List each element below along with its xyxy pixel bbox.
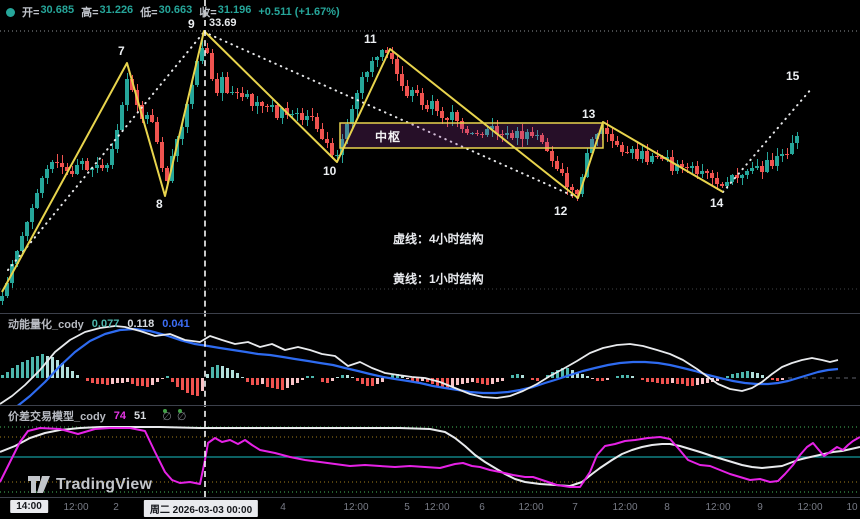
- price-pane[interactable]: 789101112131415 33.69 中枢 虚线：4小时结构 黄线：1小时…: [0, 0, 860, 313]
- indicator1-value-3: 0.041: [162, 318, 190, 330]
- ohlc-high: 高=31.226: [81, 4, 133, 20]
- momentum-slow-line: [0, 329, 838, 405]
- ohlc-change: +0.511 (+1.67%): [258, 6, 339, 18]
- time-axis-highlight-label: 周二 2026-03-03 00:00: [144, 500, 258, 517]
- wave-point-label-7: 7: [118, 44, 125, 58]
- time-axis-label: 12:00: [518, 502, 543, 513]
- 4h-structure-dotted-line-3: [723, 88, 812, 192]
- time-axis-label: 8: [664, 502, 670, 513]
- time-axis-label: 12:00: [343, 502, 368, 513]
- indicator2-value-2: 51: [134, 410, 146, 422]
- time-axis-label: 6: [479, 502, 485, 513]
- momentum-indicator-title-row: 动能量化_cody 0.077 0.118 0.041: [8, 316, 198, 332]
- 1h-structure-yellow-zigzag: [2, 31, 723, 292]
- indicator2-title[interactable]: 价差交易模型_cody: [8, 408, 106, 424]
- indicator1-value-2: 0.118: [127, 318, 154, 330]
- tradingview-logo-icon: [28, 475, 50, 494]
- annotation-1h-structure: 黄线：1小时结构: [393, 270, 484, 287]
- chart-root: 789101112131415 33.69 中枢 虚线：4小时结构 黄线：1小时…: [0, 0, 860, 518]
- indicator1-value-1: 0.077: [92, 318, 120, 330]
- time-axis-label: 12:00: [63, 502, 88, 513]
- 4h-structure-dotted-line-1: [8, 32, 204, 270]
- wave-point-label-10: 10: [323, 164, 336, 178]
- indicator2-markers: ∅∅: [162, 410, 191, 423]
- indicator2-empty-marker-1: ∅: [162, 411, 172, 423]
- ohlc-low: 低=30.663: [140, 4, 192, 20]
- symbol-status-dot: [6, 8, 15, 17]
- time-axis-label: 10: [846, 502, 857, 513]
- time-axis-highlight-label: 14:00: [10, 500, 48, 513]
- crosshair-vertical-line: [204, 0, 206, 497]
- tradingview-logo-text: TradingView: [56, 476, 152, 494]
- time-axis-label: 12:00: [705, 502, 730, 513]
- pane-divider-2[interactable]: [0, 405, 860, 406]
- time-axis-label: 12:00: [612, 502, 637, 513]
- tradingview-logo[interactable]: TradingView: [28, 475, 152, 494]
- ohlc-legend: 开=30.685 高=31.226 低=30.663 收=31.196 +0.5…: [6, 4, 340, 20]
- momentum-fast-line: [0, 326, 838, 404]
- wave-point-label-8: 8: [156, 197, 163, 211]
- time-axis-label: 5: [404, 502, 410, 513]
- pane-divider-1[interactable]: [0, 313, 860, 314]
- ohlc-close: 收=31.196: [199, 4, 251, 20]
- indicator1-title[interactable]: 动能量化_cody: [8, 316, 84, 332]
- annotation-4h-structure: 虚线：4小时结构: [393, 230, 484, 247]
- indicator2-values: 74 51: [114, 410, 155, 422]
- time-axis-label: 4: [280, 502, 286, 513]
- indicator1-values: 0.077 0.118 0.041: [92, 318, 198, 330]
- 4h-structure-dotted-line-2: [204, 32, 578, 198]
- pivot-zone-label: 中枢: [375, 128, 401, 145]
- time-axis-label: 12:00: [797, 502, 822, 513]
- wave-point-label-14: 14: [710, 196, 723, 210]
- wave-point-label-13: 13: [582, 107, 595, 121]
- momentum-indicator-pane[interactable]: 动能量化_cody 0.077 0.118 0.041: [0, 313, 860, 405]
- ohlc-open: 开=30.685: [22, 4, 74, 20]
- price-overlays: [0, 0, 860, 313]
- time-axis-label: 2: [113, 502, 119, 513]
- indicator2-empty-marker-2: ∅: [177, 411, 187, 423]
- time-axis-label: 9: [757, 502, 763, 513]
- time-axis-label: 7: [572, 502, 578, 513]
- time-axis[interactable]: 14:00 12:00 2 周二 2026-03-03 00:00 4 12:00 5 12:…: [0, 497, 860, 519]
- wave-point-label-12: 12: [554, 204, 567, 218]
- wave-point-label-15: 15: [786, 69, 799, 83]
- spread-model-title-row: 价差交易模型_cody 7451 ∅∅: [8, 408, 191, 424]
- time-axis-label: 12:00: [424, 502, 449, 513]
- indicator2-value-1: 74: [114, 410, 126, 422]
- wave-point-label-11: 11: [364, 32, 377, 46]
